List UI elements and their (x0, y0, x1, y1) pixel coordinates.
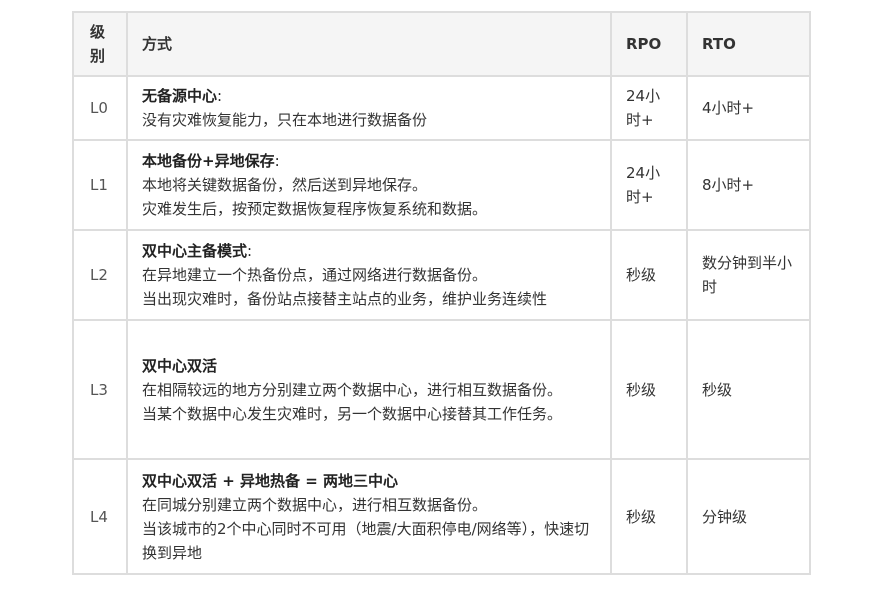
method-line: 灾难发生后，按预定数据恢复程序恢复系统和数据。 (142, 200, 488, 218)
method-title: 本地备份+异地保存: (142, 149, 596, 173)
method-line: 当出现灾难时，备份站点接替主站点的业务，维护业务连续性 (142, 290, 548, 308)
method-title: 双中心主备模式: (142, 239, 596, 263)
method-title-colon: : (217, 87, 223, 105)
rpo-cell: 24小时+ (610, 75, 688, 141)
header-level: 级别 (72, 11, 128, 77)
table-row: L0 无备源中心: 没有灾难恢复能力，只在本地进行数据备份 24小时+ 4小时+ (72, 75, 811, 141)
method-line: 本地将关键数据备份，然后送到异地保存。 (142, 176, 428, 194)
rto-cell: 秒级 (686, 319, 811, 460)
method-cell: 双中心主备模式: 在异地建立一个热备份点，通过网络进行数据备份。 当出现灾难时，… (126, 229, 612, 321)
method-title-text: 双中心双活 + 异地热备 = 两地三中心 (142, 471, 399, 490)
table-row: L4 双中心双活 + 异地热备 = 两地三中心 在同城分别建立两个数据中心，进行… (72, 458, 811, 575)
method-title: 无备源中心: (142, 84, 596, 108)
header-row: 级别 方式 RPO RTO (72, 11, 811, 77)
method-line: 当该城市的2个中心同时不可用（地震/大面积停电/网络等），快速切换到异地 (142, 519, 590, 562)
level-cell: L3 (72, 319, 128, 460)
rpo-cell: 秒级 (610, 319, 688, 460)
method-line: 在相隔较远的地方分别建立两个数据中心，进行相互数据备份。 (142, 380, 563, 399)
method-title: 双中心双活 (142, 354, 596, 378)
rto-cell: 8小时+ (686, 139, 811, 231)
header-rto: RTO (686, 11, 811, 77)
disaster-recovery-table: 级别 方式 RPO RTO L0 无备源中心: 没有灾难恢复能力，只在本地进行数… (72, 11, 811, 575)
method-line: 在同城分别建立两个数据中心，进行相互数据备份。 (142, 495, 488, 514)
rto-cell: 分钟级 (686, 458, 811, 575)
method-line: 在异地建立一个热备份点，通过网络进行数据备份。 (142, 266, 488, 284)
rto-cell: 数分钟到半小时 (686, 229, 811, 321)
rpo-cell: 24小时+ (610, 139, 688, 231)
method-title-text: 双中心双活 (142, 356, 218, 375)
method-cell: 本地备份+异地保存: 本地将关键数据备份，然后送到异地保存。 灾难发生后，按预定… (126, 139, 612, 231)
method-line: 当某个数据中心发生灾难时，另一个数据中心接替其工作任务。 (142, 404, 563, 423)
method-cell: 双中心双活 + 异地热备 = 两地三中心 在同城分别建立两个数据中心，进行相互数… (126, 458, 612, 575)
table-row: L1 本地备份+异地保存: 本地将关键数据备份，然后送到异地保存。 灾难发生后，… (72, 139, 811, 231)
method-cell: 双中心双活 在相隔较远的地方分别建立两个数据中心，进行相互数据备份。 当某个数据… (126, 319, 612, 460)
header-rpo: RPO (610, 11, 688, 77)
level-cell: L4 (72, 458, 128, 575)
level-cell: L2 (72, 229, 128, 321)
method-title-text: 无备源中心 (142, 87, 218, 105)
method-title: 双中心双活 + 异地热备 = 两地三中心 (142, 469, 596, 493)
header-method: 方式 (126, 11, 612, 77)
table-row: L3 双中心双活 在相隔较远的地方分别建立两个数据中心，进行相互数据备份。 当某… (72, 319, 811, 460)
rpo-cell: 秒级 (610, 229, 688, 321)
table-header: 级别 方式 RPO RTO (72, 11, 811, 77)
method-line: 没有灾难恢复能力，只在本地进行数据备份 (142, 111, 428, 129)
rto-cell: 4小时+ (686, 75, 811, 141)
table-row: L2 双中心主备模式: 在异地建立一个热备份点，通过网络进行数据备份。 当出现灾… (72, 229, 811, 321)
method-title-colon: : (247, 242, 253, 260)
level-cell: L0 (72, 75, 128, 141)
method-title-text: 双中心主备模式 (142, 242, 248, 260)
table-body: L0 无备源中心: 没有灾难恢复能力，只在本地进行数据备份 24小时+ 4小时+… (72, 75, 811, 575)
method-cell: 无备源中心: 没有灾难恢复能力，只在本地进行数据备份 (126, 75, 612, 141)
level-cell: L1 (72, 139, 128, 231)
method-title-colon: : (274, 152, 280, 170)
method-title-text: 本地备份+异地保存 (142, 152, 275, 170)
rpo-cell: 秒级 (610, 458, 688, 575)
